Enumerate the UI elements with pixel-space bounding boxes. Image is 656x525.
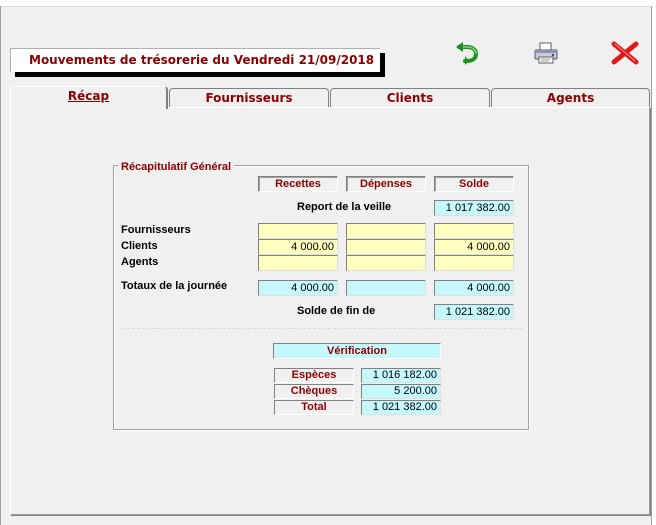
red-x-close-icon <box>611 41 639 65</box>
window-right-edge <box>651 6 656 525</box>
close-button[interactable] <box>610 40 640 66</box>
verification-header: Vérification <box>273 343 441 359</box>
tab-fournisseurs[interactable]: Fournisseurs <box>169 88 329 108</box>
clients-recettes-field[interactable]: 4 000.00 <box>258 239 338 255</box>
row-label-fournisseurs: Fournisseurs <box>121 224 191 236</box>
verif-total-field[interactable]: 1 021 382.00 <box>361 400 441 415</box>
tab-agents[interactable]: Agents <box>491 88 650 108</box>
treasury-window: Mouvements de trésorerie du Vendredi 21/… <box>0 0 656 525</box>
page-title: Mouvements de trésorerie du Vendredi 21/… <box>29 53 375 67</box>
agents-depenses-field[interactable] <box>346 255 426 271</box>
verif-label-especes: Espèces <box>274 368 354 383</box>
tab-recap-label: Récap <box>67 89 110 103</box>
recap-group-title: Récapitulatif Général <box>118 161 235 174</box>
totals-label: Totaux de la journée <box>121 280 228 292</box>
fournisseurs-solde-field[interactable] <box>434 223 514 239</box>
column-header-recettes: Recettes <box>258 176 338 192</box>
refresh-button[interactable] <box>452 40 482 66</box>
agents-solde-field[interactable] <box>434 255 514 271</box>
tab-fournisseurs-label: Fournisseurs <box>205 91 293 105</box>
end-balance-label: Solde de fin de <box>297 305 376 317</box>
verif-cheques-field[interactable]: 5 200.00 <box>361 384 441 399</box>
verif-especes-field[interactable]: 1 016 182.00 <box>361 368 441 383</box>
window-left-edge <box>0 6 1 525</box>
verif-label-cheques: Chèques <box>274 384 354 399</box>
totals-depenses-field[interactable] <box>346 280 426 296</box>
report-value-field[interactable]: 1 017 382.00 <box>434 200 514 216</box>
totals-recettes-field[interactable]: 4 000.00 <box>258 280 338 296</box>
green-undo-arrow-icon <box>456 42 479 65</box>
section-divider <box>122 328 522 329</box>
column-header-solde: Solde <box>434 176 514 192</box>
tab-strip: Récap Fournisseurs Clients Agents <box>10 86 650 109</box>
printer-icon <box>534 42 558 64</box>
clients-solde-field[interactable]: 4 000.00 <box>434 239 514 255</box>
fournisseurs-depenses-field[interactable] <box>346 223 426 239</box>
verif-label-total: Total <box>274 400 354 415</box>
tab-recap[interactable]: Récap <box>10 86 168 109</box>
agents-recettes-field[interactable] <box>258 255 338 271</box>
end-balance-field[interactable]: 1 021 382.00 <box>434 304 514 320</box>
column-header-depenses: Dépenses <box>346 176 426 192</box>
totals-solde-field[interactable]: 4 000.00 <box>434 280 514 296</box>
clients-depenses-field[interactable] <box>346 239 426 255</box>
title-banner: Mouvements de trésorerie du Vendredi 21/… <box>10 48 380 72</box>
window-top-edge <box>0 0 656 7</box>
fournisseurs-recettes-field[interactable] <box>258 223 338 239</box>
row-label-clients: Clients <box>121 240 158 252</box>
tab-agents-label: Agents <box>546 91 595 105</box>
print-button[interactable] <box>531 40 561 66</box>
row-label-agents: Agents <box>121 256 159 268</box>
tab-clients[interactable]: Clients <box>330 88 490 108</box>
tab-clients-label: Clients <box>386 91 434 105</box>
report-label: Report de la veille <box>297 201 392 213</box>
